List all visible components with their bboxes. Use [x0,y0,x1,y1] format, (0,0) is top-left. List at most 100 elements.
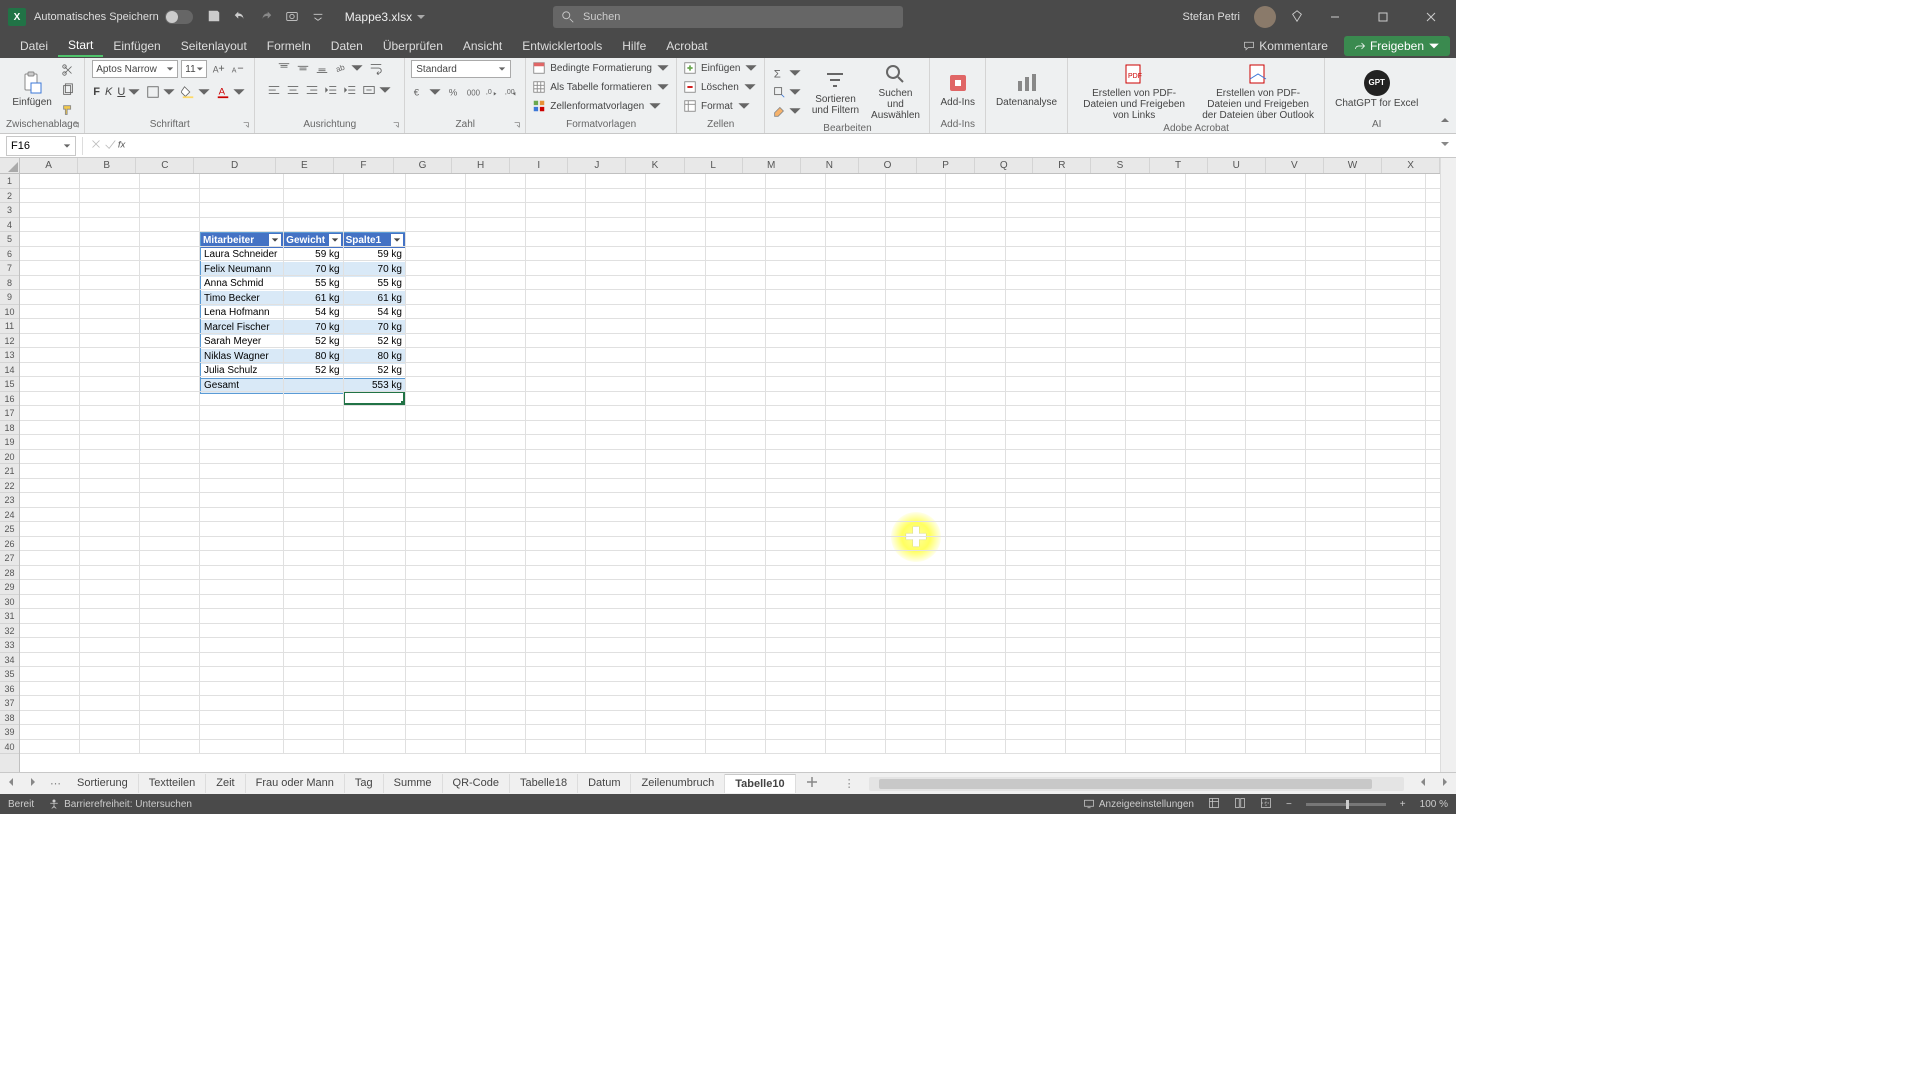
row-header[interactable]: 23 [0,493,19,508]
sheet-tab[interactable]: Tag [345,774,384,793]
autosum-icon[interactable]: Σ [771,65,803,81]
row-header[interactable]: 6 [0,247,19,262]
tab-nav-next[interactable] [22,777,44,790]
row-header[interactable]: 24 [0,508,19,523]
cancel-icon[interactable] [89,137,103,154]
col-header[interactable]: Q [975,158,1033,173]
sheet-tab[interactable]: Summe [384,774,443,793]
chatgpt-button[interactable]: GPT ChatGPT for Excel [1331,68,1422,111]
search-box[interactable]: Suchen [553,6,903,28]
menu-tab-ansicht[interactable]: Ansicht [453,36,512,56]
delete-cells-button[interactable]: Löschen [683,79,757,95]
redo-icon[interactable] [259,9,273,26]
copy-icon[interactable] [60,82,76,98]
minimize-button[interactable] [1318,3,1352,31]
fill-icon[interactable] [771,84,803,100]
comments-button[interactable]: Kommentare [1233,36,1338,56]
col-header[interactable]: J [568,158,626,173]
cell-styles-button[interactable]: Zellenformatvorlagen [532,98,662,114]
menu-tab-einfügen[interactable]: Einfügen [103,36,170,56]
filter-icon[interactable] [391,234,403,246]
row-header[interactable]: 22 [0,479,19,494]
filter-icon[interactable] [269,234,281,246]
menu-tab-acrobat[interactable]: Acrobat [656,36,717,56]
zoom-out-icon[interactable]: − [1286,799,1292,810]
col-header[interactable]: K [626,158,684,173]
row-header[interactable]: 7 [0,261,19,276]
dialog-launcher-icon[interactable] [242,121,252,131]
dialog-launcher-icon[interactable] [513,121,523,131]
zoom-in-icon[interactable]: + [1400,799,1406,810]
decrease-indent-icon[interactable] [323,82,339,98]
row-header[interactable]: 1 [0,174,19,189]
sheet-tab[interactable]: Zeilenumbruch [631,774,725,793]
cut-icon[interactable] [60,62,76,78]
row-header[interactable]: 11 [0,319,19,334]
align-left-icon[interactable] [266,82,282,98]
row-header[interactable]: 33 [0,638,19,653]
user-name[interactable]: Stefan Petri [1183,11,1240,23]
sort-filter-button[interactable]: Sortieren und Filtern [807,66,863,118]
col-header[interactable]: A [20,158,78,173]
font-name-select[interactable]: Aptos Narrow [92,60,178,78]
row-header[interactable]: 18 [0,421,19,436]
clear-icon[interactable] [771,103,803,119]
paste-button[interactable]: Einfügen [8,69,55,110]
worksheet[interactable]: 1234567891011121314151617181920212223242… [0,158,1456,772]
save-icon[interactable] [207,9,221,26]
col-header[interactable]: B [78,158,136,173]
row-header[interactable]: 5 [0,232,19,247]
row-header[interactable]: 30 [0,595,19,610]
row-header[interactable]: 12 [0,334,19,349]
sheet-tab[interactable]: Datum [578,774,631,793]
number-format-select[interactable]: Standard [411,60,511,78]
row-header[interactable]: 40 [0,740,19,755]
view-normal-icon[interactable] [1208,797,1220,812]
percent-icon[interactable]: % [446,84,462,100]
scroll-left-icon[interactable] [1412,777,1434,790]
conditional-formatting-button[interactable]: Bedingte Formatierung [532,60,670,76]
row-header[interactable]: 31 [0,609,19,624]
row-header[interactable]: 20 [0,450,19,465]
col-header[interactable]: I [510,158,568,173]
row-header[interactable]: 4 [0,218,19,233]
col-header[interactable]: E [276,158,334,173]
tab-nav-more[interactable]: ⋯ [44,777,67,790]
col-header[interactable]: U [1208,158,1266,173]
accessibility-status[interactable]: Barrierefreiheit: Untersuchen [48,798,192,810]
col-header[interactable]: F [334,158,394,173]
autosave-toggle[interactable]: Automatisches Speichern [34,10,193,24]
font-color-icon[interactable]: A [215,84,247,100]
row-header[interactable]: 10 [0,305,19,320]
camera-icon[interactable] [285,9,299,26]
row-header[interactable]: 19 [0,435,19,450]
vertical-scrollbar[interactable] [1440,158,1456,772]
row-header[interactable]: 25 [0,522,19,537]
row-header[interactable]: 13 [0,348,19,363]
col-header[interactable]: L [685,158,743,173]
row-header[interactable]: 3 [0,203,19,218]
col-header[interactable]: N [801,158,859,173]
col-header[interactable]: X [1382,158,1440,173]
sheet-tab[interactable]: Frau oder Mann [246,774,345,793]
undo-icon[interactable] [233,9,247,26]
sheet-tab[interactable]: Tabelle10 [725,774,795,793]
sheet-tab[interactable]: Zeit [206,774,245,793]
menu-tab-überprüfen[interactable]: Überprüfen [373,36,453,56]
col-header[interactable]: V [1266,158,1324,173]
row-header[interactable]: 16 [0,392,19,407]
scroll-right-icon[interactable] [1434,777,1456,790]
addins-button[interactable]: Add-Ins [936,69,978,110]
toggle-icon[interactable] [165,10,193,24]
avatar[interactable] [1254,6,1276,28]
row-header[interactable]: 27 [0,551,19,566]
sheet-tab[interactable]: QR-Code [443,774,510,793]
underline-icon[interactable]: U [116,84,142,100]
zoom-slider[interactable] [1306,803,1386,806]
enter-icon[interactable] [103,137,117,154]
align-center-icon[interactable] [285,82,301,98]
insert-cells-button[interactable]: Einfügen [683,60,758,76]
row-header[interactable]: 26 [0,537,19,552]
view-page-layout-icon[interactable] [1234,797,1246,812]
font-size-select[interactable]: 11 [181,60,207,78]
